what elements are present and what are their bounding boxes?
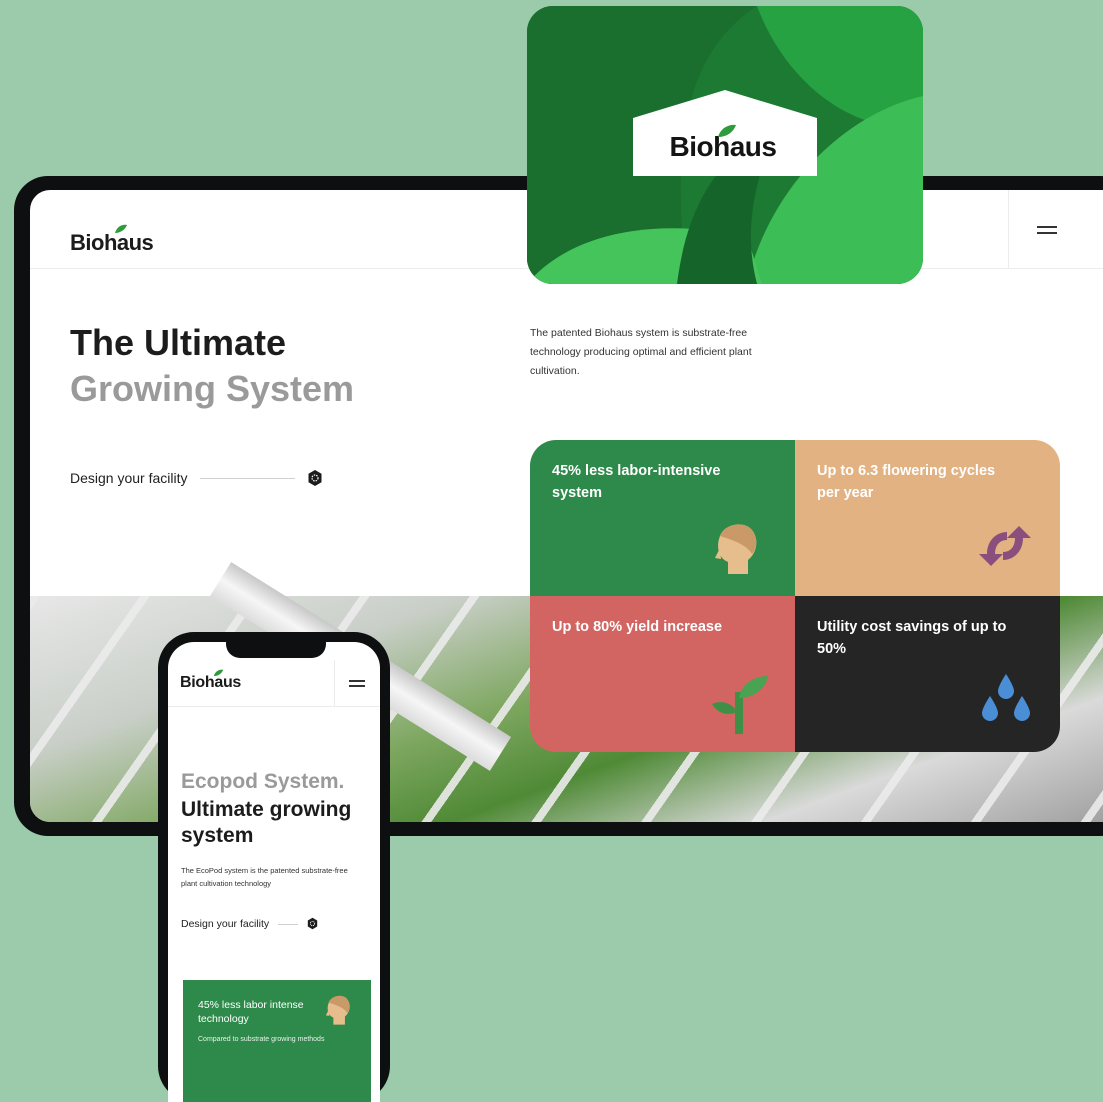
phone-headline-line1: Ecopod System.	[181, 770, 345, 793]
cta-divider-line	[278, 924, 298, 925]
tablet-headline-line2: Growing System	[70, 368, 355, 409]
feature-label: 45% less labor-intensive system	[552, 463, 721, 501]
phone-logo[interactable]: Biohaus	[180, 669, 242, 692]
feature-tile-labor: 45% less labor-intensive system	[530, 440, 795, 596]
feature-grid: 45% less labor-intensive system Up to 6.…	[530, 440, 1060, 752]
water-drops-icon	[982, 674, 1030, 721]
tablet-menu-button[interactable]	[1008, 190, 1103, 268]
phone-design-facility-button[interactable]: Design your facility	[181, 916, 331, 934]
tablet-logo[interactable]: Biohaus	[70, 224, 154, 256]
brand-logo-card: Biohaus	[527, 6, 923, 284]
tablet-headline-line1: The Ultimate	[70, 322, 287, 363]
tablet-logo-text: Biohaus	[70, 230, 154, 255]
phone-logo-text: Biohaus	[180, 674, 242, 691]
feature-label: Up to 80% yield increase	[552, 619, 723, 635]
phone-description: The EcoPod system is the patented substr…	[181, 866, 348, 888]
phone-feature-card: 45% less labor intense technology Compar…	[183, 980, 371, 1102]
design-facility-label: Design your facility	[70, 470, 188, 486]
phone-notch	[226, 642, 326, 658]
phone-card-title: 45% less labor intense technology	[198, 999, 304, 1025]
feature-tile-utility: Utility cost savings of up to 50%	[795, 596, 1060, 752]
feature-tile-cycles: Up to 6.3 flowering cycles per year	[795, 440, 1060, 596]
cta-divider-line	[200, 478, 295, 479]
cycle-arrows-icon	[979, 526, 1031, 566]
phone-device: Biohaus Ecopod System. Ultimate growing …	[158, 632, 390, 1102]
phone-headline-line2: Ultimate growing system	[181, 798, 352, 847]
gear-icon	[308, 470, 322, 486]
phone-design-facility-label: Design your facility	[181, 918, 270, 930]
feature-label: Utility cost savings of up to 50%	[817, 619, 1007, 657]
head-icon	[325, 995, 350, 1025]
tablet-description: The patented Biohaus system is substrate…	[530, 327, 752, 377]
phone-menu-button[interactable]	[334, 660, 380, 706]
leaf-icon	[213, 669, 224, 677]
leaf-icon	[115, 224, 127, 233]
feature-tile-yield: Up to 80% yield increase	[530, 596, 795, 752]
sprout-icon	[712, 676, 768, 734]
hamburger-icon	[1037, 226, 1057, 234]
leaf-icon	[718, 124, 736, 137]
head-icon	[715, 524, 757, 574]
phone-screen: Biohaus Ecopod System. Ultimate growing …	[168, 642, 380, 1102]
design-facility-button[interactable]: Design your facility	[70, 468, 340, 490]
hamburger-icon	[349, 680, 365, 687]
gear-icon	[307, 917, 318, 930]
phone-card-subtitle: Compared to substrate growing methods	[198, 1036, 325, 1043]
feature-label: Up to 6.3 flowering cycles per year	[817, 463, 996, 501]
